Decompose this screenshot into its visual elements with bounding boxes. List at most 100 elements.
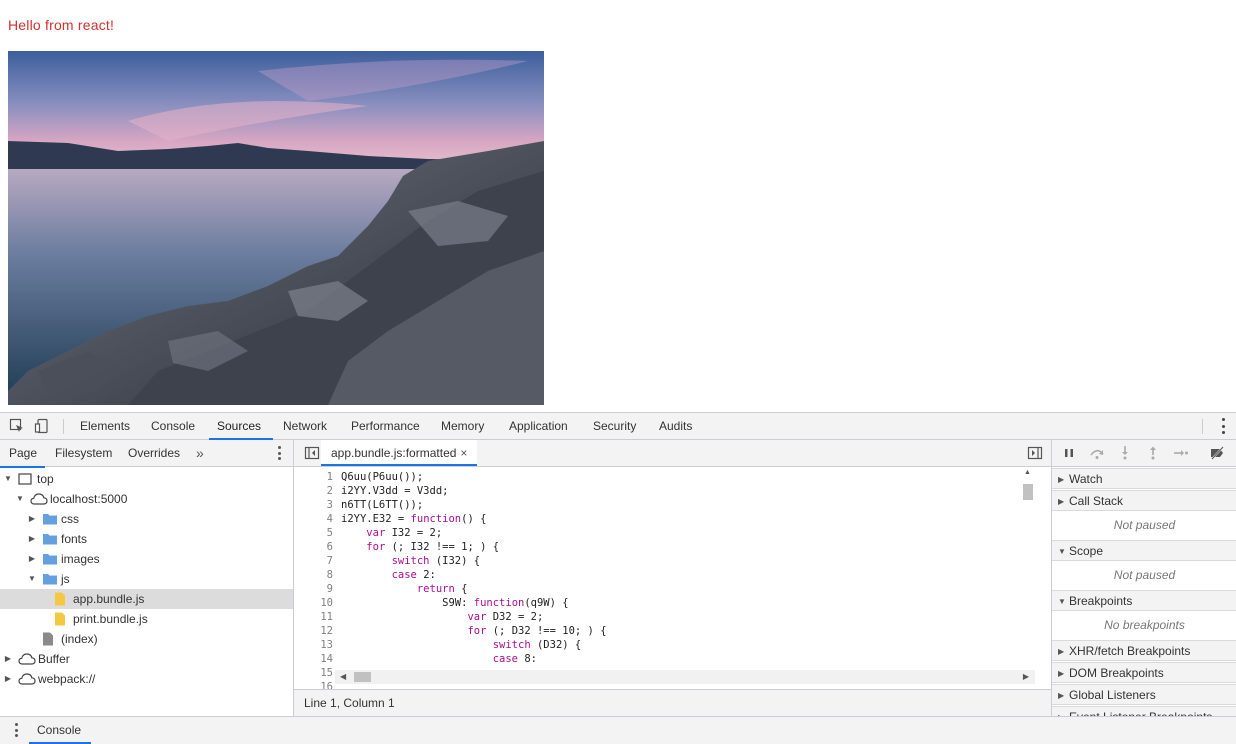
line-number: 8 <box>326 569 333 581</box>
toggle-navigator-icon[interactable] <box>304 445 320 461</box>
tree-item[interactable]: ▶ css <box>0 509 293 529</box>
line-number: 10 <box>320 597 333 609</box>
expand-arrow-icon[interactable]: ▶ <box>4 669 12 689</box>
call-stack-section-header[interactable]: ▶ Call Stack <box>1052 490 1236 511</box>
scroll-right-arrow-icon[interactable]: ▶ <box>1023 670 1029 684</box>
expand-arrow-icon: ▶ <box>1058 647 1065 656</box>
tab-network[interactable]: Network <box>283 413 327 439</box>
code-line: case 2: <box>391 569 436 581</box>
horizontal-scrollbar[interactable]: ◀ ▶ <box>335 670 1035 684</box>
tab-sources[interactable]: Sources <box>208 413 274 440</box>
device-toolbar-icon[interactable] <box>33 417 51 435</box>
page-heading: Hello from react! <box>8 17 115 33</box>
step-icon[interactable] <box>1173 445 1189 461</box>
expand-arrow-icon: ▶ <box>1058 669 1065 678</box>
expand-arrow-icon[interactable]: ▶ <box>4 649 12 669</box>
section-title: Scope <box>1069 544 1104 558</box>
navigator-tab-page[interactable]: Page <box>0 440 46 468</box>
inspect-element-icon[interactable] <box>8 417 26 435</box>
scope-section-header[interactable]: ▼ Scope <box>1052 540 1236 561</box>
code-line: var I32 = 2; <box>366 527 443 539</box>
more-tabs-icon[interactable]: » <box>196 440 204 466</box>
tab-elements[interactable]: Elements <box>80 413 130 439</box>
tree-item[interactable]: print.bundle.js <box>0 609 293 629</box>
expand-arrow-icon: ▶ <box>1058 691 1065 700</box>
watch-section-header[interactable]: ▶ Watch <box>1052 468 1236 489</box>
expand-arrow-icon: ▶ <box>1058 497 1065 506</box>
toolbar-divider-right <box>1202 419 1203 434</box>
debugger-sidebar: ▶ Watch ▶ Call Stack Not paused ▼ Scope … <box>1051 440 1236 716</box>
landscape-image <box>8 51 544 405</box>
tab-audits[interactable]: Audits <box>659 413 692 439</box>
code-view[interactable]: 1 2 3 4 5 6 7 8 9 10 11 12 13 14 15 16 Q6uu(P6uu()); i2Y… <box>294 467 1051 690</box>
deactivate-breakpoints-icon[interactable] <box>1209 445 1225 461</box>
tab-performance[interactable]: Performance <box>351 413 420 439</box>
navigator-tab-overrides[interactable]: Overrides <box>128 440 180 467</box>
line-number: 5 <box>326 527 333 539</box>
section-title: Watch <box>1069 472 1103 486</box>
expand-arrow-icon[interactable]: ▶ <box>28 529 36 549</box>
tree-item[interactable]: ▼ js <box>0 569 293 589</box>
step-over-icon[interactable] <box>1089 445 1105 461</box>
devtools-drawer: Console <box>0 716 1236 744</box>
editor-tabs: app.bundle.js:formatted × <box>294 440 1051 467</box>
step-out-icon[interactable] <box>1145 445 1161 461</box>
tree-item[interactable]: ▼ top <box>0 469 293 489</box>
line-number: 3 <box>326 499 333 511</box>
drawer-menu-icon[interactable] <box>14 723 18 737</box>
code-line: Q6uu(P6uu()); <box>341 471 424 483</box>
line-number: 12 <box>320 625 333 637</box>
expand-arrow-icon[interactable]: ▶ <box>28 509 36 529</box>
step-into-icon[interactable] <box>1117 445 1133 461</box>
navigator-tab-filesystem[interactable]: Filesystem <box>55 440 112 467</box>
collapse-arrow-icon[interactable]: ▼ <box>28 569 36 589</box>
breakpoints-section-header[interactable]: ▼ Breakpoints <box>1052 590 1236 611</box>
customize-devtools-menu-icon[interactable] <box>1218 418 1228 434</box>
tree-item[interactable]: ▶ images <box>0 549 293 569</box>
xhr-breakpoints-section-header[interactable]: ▶ XHR/fetch Breakpoints <box>1052 640 1236 661</box>
scroll-left-arrow-icon[interactable]: ◀ <box>340 670 346 684</box>
tree-item-label: localhost:5000 <box>50 492 128 506</box>
close-tab-icon[interactable]: × <box>460 446 467 460</box>
pause-icon[interactable] <box>1061 445 1077 461</box>
devtools-panel: Elements Console Sources Network Perform… <box>0 412 1236 744</box>
tree-item[interactable]: ▶ webpack:// <box>0 669 293 689</box>
file-tab-app-bundle[interactable]: app.bundle.js:formatted × <box>321 440 478 466</box>
line-number: 11 <box>320 611 333 623</box>
tree-item-label: app.bundle.js <box>73 592 145 606</box>
tab-memory[interactable]: Memory <box>441 413 484 439</box>
tree-item[interactable]: ▼ localhost:5000 <box>0 489 293 509</box>
toggle-debugger-icon[interactable] <box>1027 445 1043 461</box>
section-title: Global Listeners <box>1069 688 1156 702</box>
tree-item[interactable]: app.bundle.js <box>0 589 293 609</box>
event-listener-breakpoints-section-header[interactable]: ▶ Event Listener Breakpoints <box>1052 706 1236 716</box>
expand-arrow-icon[interactable]: ▶ <box>28 549 36 569</box>
collapse-arrow-icon: ▼ <box>1058 597 1066 606</box>
code-editor: app.bundle.js:formatted × 1 2 3 4 5 6 7 8 9 10 11 12… <box>294 440 1051 716</box>
section-title: Event Listener Breakpoints <box>1069 707 1212 716</box>
vertical-scroll-thumb[interactable] <box>1023 484 1033 500</box>
tab-console[interactable]: Console <box>151 413 195 439</box>
vertical-scrollbar[interactable]: ▲ ▼ <box>1021 467 1035 676</box>
tree-item-label: fonts <box>61 532 88 546</box>
tree-item[interactable]: (index) <box>0 629 293 649</box>
global-listeners-section-header[interactable]: ▶ Global Listeners <box>1052 684 1236 705</box>
code-line: return { <box>416 583 468 595</box>
code-line: switch (I32) { <box>391 555 481 567</box>
collapse-arrow-icon[interactable]: ▼ <box>4 469 12 489</box>
scroll-up-arrow-icon[interactable]: ▲ <box>1024 469 1031 476</box>
section-title: Breakpoints <box>1069 594 1133 608</box>
drawer-tab-console[interactable]: Console <box>28 717 92 744</box>
sources-navigator: Page Filesystem Overrides » ▼ top ▼ localho… <box>0 440 294 716</box>
tab-security[interactable]: Security <box>593 413 636 439</box>
horizontal-scroll-thumb[interactable] <box>354 672 371 682</box>
dom-breakpoints-section-header[interactable]: ▶ DOM Breakpoints <box>1052 662 1236 683</box>
navigator-menu-icon[interactable] <box>277 446 281 460</box>
code-line: n6TT(L6TT()); <box>341 499 424 511</box>
tree-item[interactable]: ▶ fonts <box>0 529 293 549</box>
tree-item-label: print.bundle.js <box>73 612 148 626</box>
tab-application[interactable]: Application <box>509 413 568 439</box>
tree-item[interactable]: ▶ Buffer <box>0 649 293 669</box>
collapse-arrow-icon[interactable]: ▼ <box>16 489 24 509</box>
breakpoints-status: No breakpoints <box>1104 618 1185 632</box>
